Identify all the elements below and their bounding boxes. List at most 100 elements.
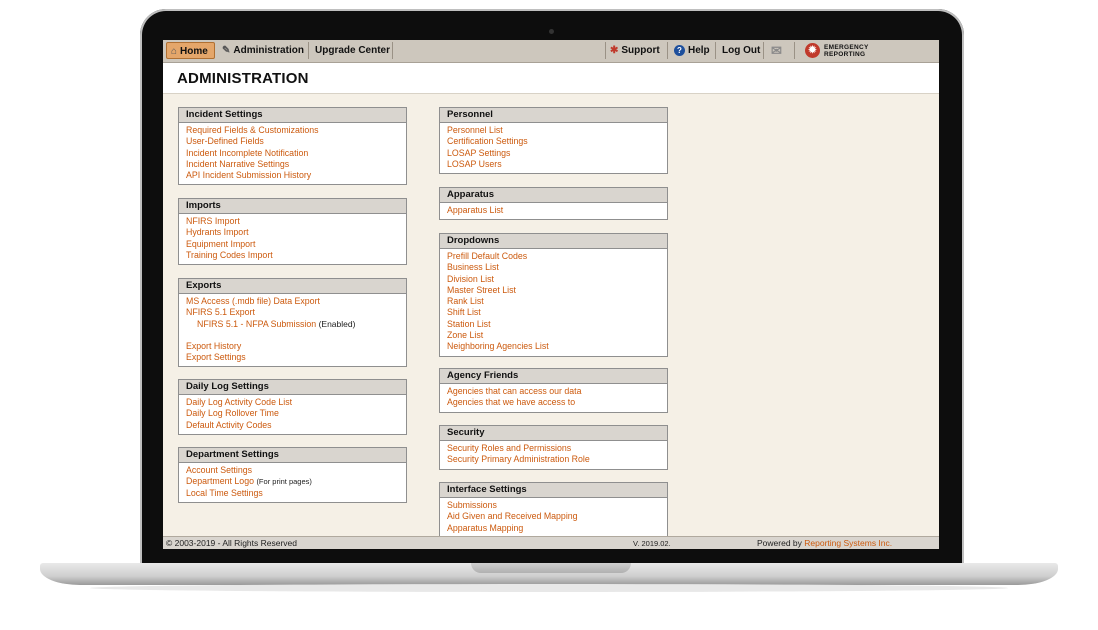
link-station-list[interactable]: Station List <box>447 319 667 330</box>
link-incident-incomplete-notification[interactable]: Incident Incomplete Notification <box>186 148 406 159</box>
link-submissions[interactable]: Submissions <box>447 500 667 511</box>
section-title: Personnel <box>440 108 667 123</box>
nfpa-status: (Enabled) <box>318 318 356 329</box>
link-department-logo[interactable]: Department Logo (For print pages) <box>186 476 406 487</box>
link-apparatus-mapping[interactable]: Apparatus Mapping <box>447 523 667 534</box>
company-link[interactable]: Reporting Systems Inc. <box>804 538 892 548</box>
incident-settings-panel: Incident Settings Required Fields & Cust… <box>178 107 407 186</box>
apparatus-panel: Apparatus Apparatus List <box>439 187 668 221</box>
nav-administration-tab[interactable]: ✎ Administration <box>218 42 309 59</box>
laptop-notch <box>471 563 631 573</box>
link-hydrants-import[interactable]: Hydrants Import <box>186 227 406 238</box>
department-settings-panel: Department Settings Account Settings Dep… <box>178 447 407 503</box>
link-losap-users[interactable]: LOSAP Users <box>447 159 667 170</box>
link-default-activity-codes[interactable]: Default Activity Codes <box>186 420 406 431</box>
link-equipment-import[interactable]: Equipment Import <box>186 239 406 250</box>
link-daily-log-activity-code-list[interactable]: Daily Log Activity Code List <box>186 397 406 408</box>
house-icon: ⌂ <box>171 46 178 57</box>
nav-home-tab[interactable]: ⌂ Home <box>166 42 215 59</box>
link-agencies-access-our-data[interactable]: Agencies that can access our data <box>447 386 667 397</box>
link-incident-narrative-settings[interactable]: Incident Narrative Settings <box>186 159 406 170</box>
link-shift-list[interactable]: Shift List <box>447 307 667 318</box>
section-title: Exports <box>179 279 406 294</box>
link-aid-given-received-mapping[interactable]: Aid Given and Received Mapping <box>447 511 667 522</box>
section-title: Incident Settings <box>179 108 406 123</box>
section-title: Dropdowns <box>440 234 667 249</box>
mail-button[interactable]: ✉ <box>767 42 795 59</box>
link-division-list[interactable]: Division List <box>447 274 667 285</box>
nfpa-submission-label[interactable]: NFIRS 5.1 - NFPA Submission <box>197 319 316 329</box>
version-text: V. 2019.02. <box>633 539 671 548</box>
question-circle-icon: ? <box>674 45 685 56</box>
link-nfpa-submission[interactable]: NFIRS 5.1 - NFPA Submission (Enabled) <box>186 319 406 330</box>
powered-by-label: Powered by <box>757 538 802 548</box>
interface-settings-panel: Interface Settings Submissions Aid Given… <box>439 482 668 538</box>
link-neighboring-agencies-list[interactable]: Neighboring Agencies List <box>447 341 667 352</box>
link-agencies-we-access[interactable]: Agencies that we have access to <box>447 397 667 408</box>
emergency-reporting-logo: ✹ EMERGENCY REPORTING <box>805 42 887 60</box>
nav-upgrade-center-label: Upgrade Center <box>315 45 391 56</box>
personnel-panel: Personnel Personnel List Certification S… <box>439 107 668 175</box>
link-api-incident-submission-history[interactable]: API Incident Submission History <box>186 170 406 181</box>
nav-logout-label: Log Out <box>722 45 761 56</box>
nav-logout-button[interactable]: Log Out <box>718 42 764 59</box>
link-export-history[interactable]: Export History <box>186 341 406 352</box>
link-certification-settings[interactable]: Certification Settings <box>447 136 667 147</box>
link-local-time-settings[interactable]: Local Time Settings <box>186 488 406 499</box>
link-prefill-default-codes[interactable]: Prefill Default Codes <box>447 251 667 262</box>
link-required-fields[interactable]: Required Fields & Customizations <box>186 125 406 136</box>
exports-panel: Exports MS Access (.mdb file) Data Expor… <box>178 278 407 368</box>
section-title: Security <box>440 426 667 441</box>
section-title: Daily Log Settings <box>179 380 406 395</box>
nav-home-label: Home <box>180 46 208 57</box>
department-logo-note: (For print pages) <box>256 477 312 487</box>
section-title: Interface Settings <box>440 483 667 498</box>
nav-administration-label: Administration <box>233 45 304 56</box>
app-screen: ⌂ Home ✎ Administration Upgrade Center ✱ Su… <box>163 40 939 549</box>
copyright-text: © 2003-2019 - All Rights Reserved <box>166 538 297 548</box>
link-apparatus-list[interactable]: Apparatus List <box>447 205 667 216</box>
link-personnel-list[interactable]: Personnel List <box>447 125 667 136</box>
laptop-shadow <box>90 584 1008 592</box>
section-title: Agency Friends <box>440 369 667 384</box>
nav-support-button[interactable]: ✱ Support <box>605 42 668 59</box>
department-logo-label[interactable]: Department Logo <box>186 476 254 486</box>
link-master-street-list[interactable]: Master Street List <box>447 285 667 296</box>
section-title: Imports <box>179 199 406 214</box>
nav-help-button[interactable]: ? Help <box>670 42 716 59</box>
logo-line-1: EMERGENCY <box>824 44 869 51</box>
daily-log-settings-panel: Daily Log Settings Daily Log Activity Co… <box>178 379 407 435</box>
agency-friends-panel: Agency Friends Agencies that can access … <box>439 368 668 413</box>
section-title: Department Settings <box>179 448 406 463</box>
link-ms-access-export[interactable]: MS Access (.mdb file) Data Export <box>186 296 406 307</box>
top-nav-bar: ⌂ Home ✎ Administration Upgrade Center ✱ Su… <box>163 40 939 63</box>
link-nfirs-import[interactable]: NFIRS Import <box>186 216 406 227</box>
link-training-codes-import[interactable]: Training Codes Import <box>186 250 406 261</box>
logo-line-2: REPORTING <box>824 51 866 58</box>
link-zone-list[interactable]: Zone List <box>447 330 667 341</box>
nav-help-label: Help <box>688 45 710 56</box>
webcam <box>549 29 554 34</box>
nav-support-label: Support <box>621 45 660 56</box>
link-daily-log-rollover-time[interactable]: Daily Log Rollover Time <box>186 408 406 419</box>
nav-upgrade-center-tab[interactable]: Upgrade Center <box>311 42 393 59</box>
section-title: Apparatus <box>440 188 667 203</box>
page-footer: © 2003-2019 - All Rights Reserved V. 201… <box>163 536 939 549</box>
imports-panel: Imports NFIRS Import Hydrants Import Equ… <box>178 198 407 266</box>
link-nfirs-export[interactable]: NFIRS 5.1 Export <box>186 307 406 318</box>
logo-text: EMERGENCY REPORTING <box>824 44 869 58</box>
security-panel: Security Security Roles and Permissions … <box>439 425 668 470</box>
link-user-defined-fields[interactable]: User-Defined Fields <box>186 136 406 147</box>
lifebuoy-icon: ✱ <box>610 45 619 56</box>
dropdowns-panel: Dropdowns Prefill Default Codes Business… <box>439 233 668 357</box>
link-business-list[interactable]: Business List <box>447 262 667 273</box>
link-account-settings[interactable]: Account Settings <box>186 465 406 476</box>
link-security-primary-admin-role[interactable]: Security Primary Administration Role <box>447 454 667 465</box>
link-security-roles-permissions[interactable]: Security Roles and Permissions <box>447 443 667 454</box>
link-losap-settings[interactable]: LOSAP Settings <box>447 148 667 159</box>
page-header: ADMINISTRATION <box>163 63 939 94</box>
link-rank-list[interactable]: Rank List <box>447 296 667 307</box>
envelope-icon: ✉ <box>771 43 782 58</box>
powered-by: Powered by Reporting Systems Inc. <box>757 537 892 549</box>
link-export-settings[interactable]: Export Settings <box>186 352 406 363</box>
